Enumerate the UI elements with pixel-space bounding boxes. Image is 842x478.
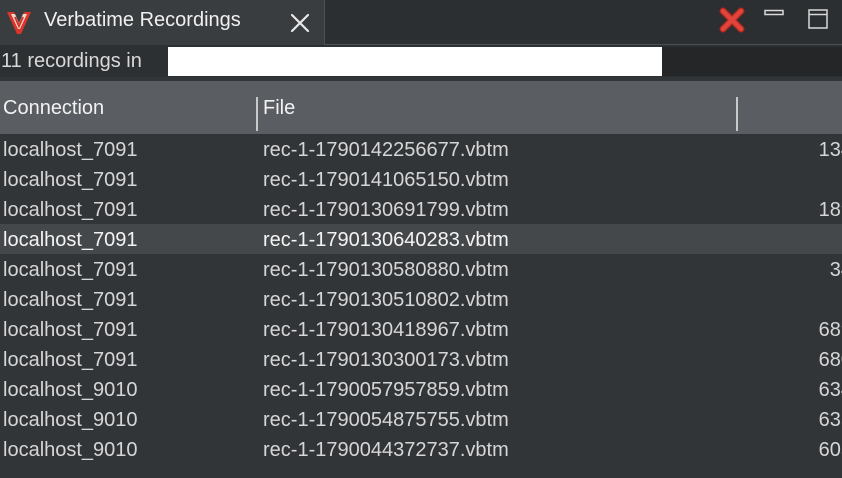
cell-size: 634 xyxy=(818,379,842,401)
table-row[interactable]: localhost_9010 rec-1-1790054875755.vbtm 63… xyxy=(0,404,842,434)
cell-file: rec-1-1790130510802.vbtm xyxy=(263,289,509,311)
tab-bar: Verbatime Recordings xyxy=(0,0,842,45)
table-row[interactable]: localhost_7091 rec-1-1790130640283.vbtm xyxy=(0,224,842,254)
table-header: Connection File xyxy=(0,81,842,134)
cell-connection: localhost_7091 xyxy=(3,319,138,341)
column-separator[interactable] xyxy=(736,97,738,131)
table-row[interactable]: localhost_7091 rec-1-1790130691799.vbtm 18… xyxy=(0,194,842,224)
recordings-path-field[interactable] xyxy=(168,47,662,76)
cell-file: rec-1-1790044372737.vbtm xyxy=(263,439,509,461)
cell-file: rec-1-1790130580880.vbtm xyxy=(263,259,509,281)
minimize-icon[interactable] xyxy=(764,9,784,23)
cell-file: rec-1-1790142256677.vbtm xyxy=(263,139,509,161)
cell-size: 635 xyxy=(818,409,842,431)
cell-connection: localhost_7091 xyxy=(3,229,138,251)
cell-file: rec-1-1790141065150.vbtm xyxy=(263,169,509,191)
cell-connection: localhost_7091 xyxy=(3,289,138,311)
cell-size: 189 xyxy=(818,199,842,221)
cell-file: rec-1-1790130691799.vbtm xyxy=(263,199,509,221)
cell-size: 34 xyxy=(829,259,842,281)
column-header-file[interactable]: File xyxy=(263,97,295,120)
cell-connection: localhost_7091 xyxy=(3,349,138,371)
column-header-connection[interactable]: Connection xyxy=(3,97,104,120)
cell-connection: localhost_7091 xyxy=(3,199,138,221)
cell-file: rec-1-1790130640283.vbtm xyxy=(263,229,509,251)
table-row[interactable]: localhost_7091 rec-1-1790130510802.vbtm xyxy=(0,284,842,314)
tab-verbatime-recordings[interactable]: Verbatime Recordings xyxy=(0,0,325,45)
table-row[interactable]: localhost_9010 rec-1-1790057957859.vbtm 63… xyxy=(0,374,842,404)
table-row[interactable]: localhost_7091 rec-1-1790141065150.vbtm xyxy=(0,164,842,194)
cell-file: rec-1-1790130418967.vbtm xyxy=(263,319,509,341)
cell-size: 680 xyxy=(818,349,842,371)
table-row[interactable]: localhost_7091 rec-1-1790130580880.vbtm 34 xyxy=(0,254,842,284)
cell-size: 134 xyxy=(818,139,842,161)
table-row[interactable]: localhost_7091 rec-1-1790130300173.vbtm 68… xyxy=(0,344,842,374)
verbatime-logo-icon xyxy=(6,10,32,36)
column-separator[interactable] xyxy=(256,97,258,131)
summary-bar: 11 recordings in xyxy=(0,45,842,77)
maximize-icon[interactable] xyxy=(808,9,828,29)
cell-file: rec-1-1790130300173.vbtm xyxy=(263,349,509,371)
table-row[interactable]: localhost_7091 rec-1-1790130418967.vbtm 68… xyxy=(0,314,842,344)
cell-connection: localhost_7091 xyxy=(3,259,138,281)
cell-connection: localhost_9010 xyxy=(3,409,138,431)
cell-size: 689 xyxy=(818,319,842,341)
tab-title: Verbatime Recordings xyxy=(44,9,241,31)
cell-connection: localhost_7091 xyxy=(3,139,138,161)
table-row[interactable]: localhost_9010 rec-1-1790044372737.vbtm 60… xyxy=(0,434,842,464)
recordings-count-label: 11 recordings in xyxy=(1,50,142,72)
verbatime-recordings-view: Verbatime Recordings 11 recordings in Co… xyxy=(0,0,842,478)
close-icon[interactable] xyxy=(288,11,312,35)
cell-size: 605 xyxy=(818,439,842,461)
cell-connection: localhost_9010 xyxy=(3,439,138,461)
summary-bar-filler xyxy=(662,47,842,76)
cell-connection: localhost_7091 xyxy=(3,169,138,191)
cell-file: rec-1-1790057957859.vbtm xyxy=(263,379,509,401)
table-row[interactable]: localhost_7091 rec-1-1790142256677.vbtm 13… xyxy=(0,134,842,164)
recordings-table-body: localhost_7091 rec-1-1790142256677.vbtm 13… xyxy=(0,134,842,478)
cell-file: rec-1-1790054875755.vbtm xyxy=(263,409,509,431)
clear-all-icon[interactable] xyxy=(718,6,746,34)
cell-connection: localhost_9010 xyxy=(3,379,138,401)
